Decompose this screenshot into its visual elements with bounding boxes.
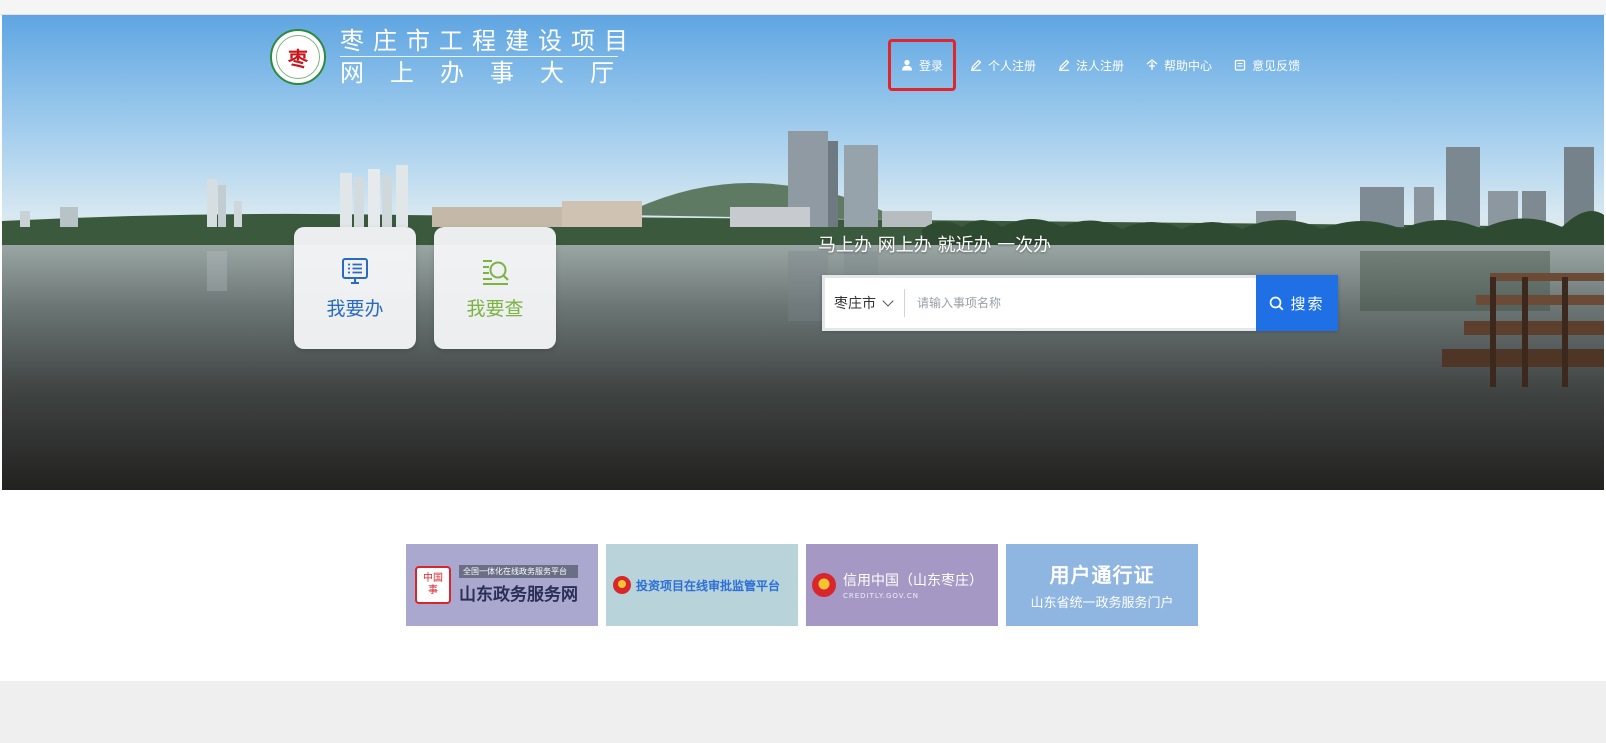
user-passport-link[interactable]: 用户通行证 山东省统一政务服务门户 — [1006, 544, 1198, 626]
pencil-icon — [1059, 59, 1070, 71]
credit-china-title: 信用中国（山东枣庄） — [843, 573, 983, 589]
credit-china-sub: CREDITLY.GOV.CN — [843, 592, 920, 600]
login-label: 登录 — [919, 58, 944, 73]
city-select[interactable]: 枣庄市 — [825, 289, 905, 317]
city-lake-scene — [2, 131, 1604, 490]
gov-service-seal-icon: 中国事 — [415, 566, 451, 604]
investment-approval-link[interactable]: 投资项目在线审批监管平台 — [606, 544, 798, 626]
search-button[interactable]: 搜索 — [1256, 275, 1338, 331]
investment-approval-title: 投资项目在线审批监管平台 — [636, 578, 781, 593]
chevron-down-icon — [882, 295, 894, 307]
search-button-label: 搜索 — [1290, 294, 1325, 313]
search-icon — [1270, 296, 1284, 310]
i-want-to-apply-label: 我要办 — [326, 297, 384, 320]
site-title: 枣庄市工程建设项目 网上办事大厅 — [340, 27, 640, 87]
search-list-icon — [483, 259, 509, 285]
service-slogan: 马上办 网上办 就近办 一次办 — [818, 235, 1052, 256]
site-title-line2: 网上办事大厅 — [340, 59, 640, 87]
user-icon — [902, 59, 912, 71]
search-bar: 枣庄市 搜索 — [822, 275, 1338, 331]
i-want-to-apply-tile[interactable]: 我要办 — [294, 227, 416, 349]
feedback-link[interactable]: 意见反馈 — [1234, 39, 1300, 91]
site-title-divider — [340, 56, 618, 57]
user-passport-title: 用户通行证 — [1049, 563, 1155, 587]
site-logo[interactable]: 枣 枣庄市工程建设项目 网上办事大厅 — [270, 27, 640, 87]
gov-service-seal-text: 中国事 — [423, 573, 443, 596]
zaozhuang-emblem-icon: 枣 — [270, 29, 326, 85]
partner-links: 中国事 全国一体化在线政务服务平台 山东政务服务网 投资项目在线审批监管平台 信… — [406, 544, 1198, 626]
gov-service-title: 山东政务服务网 — [459, 585, 578, 605]
hero-banner: 枣 枣庄市工程建设项目 网上办事大厅 登录 个人注册 法人注册 帮助中心 意见反… — [2, 15, 1604, 490]
feedback-icon — [1234, 59, 1246, 71]
document-list-icon — [342, 257, 368, 284]
top-nav: 登录 个人注册 法人注册 帮助中心 意见反馈 — [888, 39, 1300, 91]
i-want-to-check-label: 我要查 — [466, 297, 524, 320]
personal-register-label: 个人注册 — [988, 58, 1037, 73]
pencil-icon — [971, 59, 982, 71]
help-pin-icon — [1146, 59, 1158, 70]
city-select-value: 枣庄市 — [834, 296, 876, 312]
help-center-label: 帮助中心 — [1164, 58, 1213, 73]
shandong-gov-service-link[interactable]: 中国事 全国一体化在线政务服务平台 山东政务服务网 — [406, 544, 598, 626]
national-emblem-icon — [613, 576, 631, 594]
i-want-to-check-tile[interactable]: 我要查 — [434, 227, 556, 349]
feedback-label: 意见反馈 — [1252, 58, 1301, 73]
search-input[interactable] — [905, 283, 1256, 323]
search-box: 枣庄市 — [822, 275, 1256, 331]
user-passport-sub: 山东省统一政务服务门户 — [1030, 596, 1174, 611]
site-title-line1: 枣庄市工程建设项目 — [340, 27, 637, 55]
national-emblem-icon — [812, 573, 836, 597]
login-link[interactable]: 登录 — [888, 39, 957, 91]
gov-service-small-text: 全国一体化在线政务服务平台 — [459, 565, 578, 578]
personal-register-link[interactable]: 个人注册 — [970, 39, 1036, 91]
legal-register-link[interactable]: 法人注册 — [1058, 39, 1124, 91]
help-center-link[interactable]: 帮助中心 — [1146, 39, 1212, 91]
footer-area — [0, 681, 1606, 743]
credit-china-link[interactable]: 信用中国（山东枣庄） CREDITLY.GOV.CN — [806, 544, 998, 626]
legal-register-label: 法人注册 — [1076, 58, 1125, 73]
browser-top-strip — [0, 0, 1606, 15]
